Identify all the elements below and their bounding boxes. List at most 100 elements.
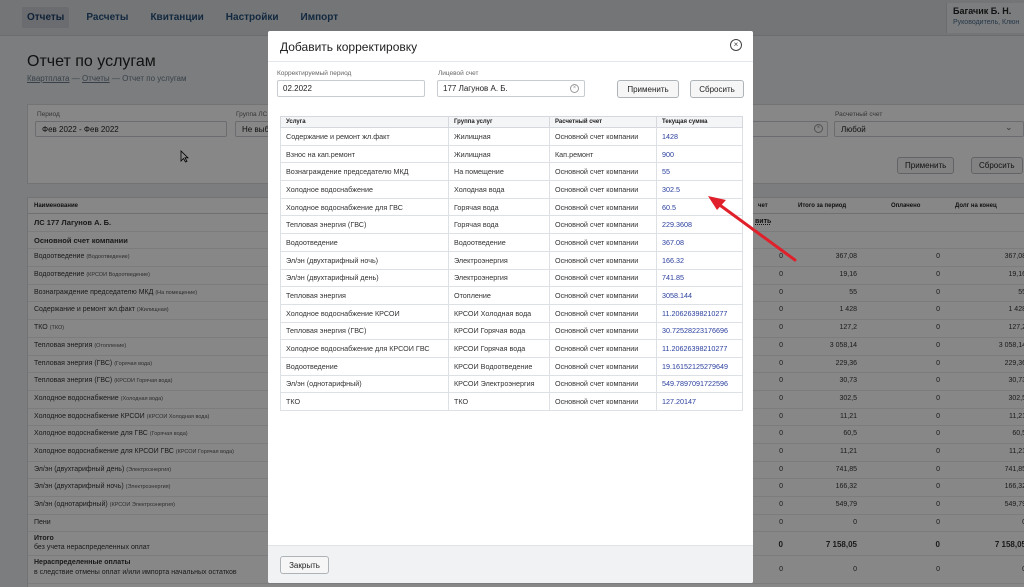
cell-service-group: КРСОИ Электроэнергия <box>448 374 550 394</box>
cell-service: Взнос на кап.ремонт <box>280 144 449 164</box>
cell-current-sum[interactable]: 11.20626398210277 <box>656 303 743 323</box>
cell-service-group: Жилищная <box>448 127 550 146</box>
period-label: Корректируемый период <box>277 70 352 77</box>
service-row[interactable]: Холодное водоснабжение для ГВС Горячая во… <box>280 197 743 217</box>
cell-current-sum[interactable]: 166.32 <box>656 250 743 270</box>
cell-service-group: КРСОИ Горячая вода <box>448 339 550 358</box>
cell-service: Эл/эн (двухтарифный ночь) <box>280 250 449 270</box>
service-row[interactable]: Эл/эн (двухтарифный день) Электроэнергия О… <box>280 268 743 288</box>
cell-current-sum[interactable]: 30.72528223176696 <box>656 321 743 341</box>
cell-bank-account: Основной счет компании <box>549 321 657 341</box>
service-row[interactable]: Эл/эн (двухтарифный ночь) Электроэнергия О… <box>280 250 743 270</box>
account-label: Лицевой счет <box>438 70 479 77</box>
cell-service-group: Горячая вода <box>448 197 550 217</box>
account-input[interactable]: 177 Лагунов А. Б. × <box>437 80 585 97</box>
cell-bank-account: Основной счет компании <box>549 339 657 358</box>
cell-service-group: ТКО <box>448 392 550 411</box>
header-bank-account: Расчетный счет <box>549 116 657 128</box>
cell-current-sum[interactable]: 19.16152125279649 <box>656 356 743 376</box>
cell-service-group: КРСОИ Горячая вода <box>448 321 550 341</box>
close-button[interactable]: Закрыть <box>280 556 329 574</box>
cell-bank-account: Основной счет компании <box>549 268 657 288</box>
service-row[interactable]: Тепловая энергия (ГВС) КРСОИ Горячая вода… <box>280 321 743 341</box>
service-row[interactable]: Тепловая энергия Отопление Основной счет к… <box>280 286 743 305</box>
cell-service-group: КРСОИ Холодная вода <box>448 303 550 323</box>
cell-current-sum[interactable]: 229.3608 <box>656 215 743 235</box>
cell-bank-account: Основной счет компании <box>549 250 657 270</box>
cell-service: Тепловая энергия (ГВС) <box>280 215 449 235</box>
service-row[interactable]: Водоотведение Водоотведение Основной счет … <box>280 233 743 252</box>
cell-service: Эл/эн (двухтарифный день) <box>280 268 449 288</box>
cell-current-sum[interactable]: 549.7897091722596 <box>656 374 743 394</box>
cell-service-group: Электроэнергия <box>448 250 550 270</box>
cell-bank-account: Основной счет компании <box>549 392 657 411</box>
cell-service: Содержание и ремонт жл.факт <box>280 127 449 146</box>
cell-service: Тепловая энергия <box>280 286 449 305</box>
service-row[interactable]: Вознаграждение председателю МКД На помеще… <box>280 162 743 182</box>
header-service-group: Группа услуг <box>448 116 550 128</box>
cell-service: Эл/эн (однотарифный) <box>280 374 449 394</box>
cell-service: Холодное водоснабжение для КРСОИ ГВС <box>280 339 449 358</box>
service-row[interactable]: Содержание и ремонт жл.факт Жилищная Основ… <box>280 127 743 146</box>
cell-current-sum[interactable]: 3058.144 <box>656 286 743 305</box>
cell-bank-account: Основной счет компании <box>549 162 657 182</box>
service-row[interactable]: Холодное водоснабжение для КРСОИ ГВС КРСО… <box>280 339 743 358</box>
service-row[interactable]: Эл/эн (однотарифный) КРСОИ Электроэнергия… <box>280 374 743 394</box>
service-row[interactable]: ТКО ТКО Основной счет компании 127.20147 <box>280 392 743 411</box>
services-table-header: Услуга Группа услуг Расчетный счет Текущ… <box>280 116 743 128</box>
service-row[interactable]: Водоотведение КРСОИ Водоотведение Основной… <box>280 356 743 376</box>
cell-bank-account: Основной счет компании <box>549 356 657 376</box>
cell-bank-account: Основной счет компании <box>549 180 657 199</box>
service-row[interactable]: Тепловая энергия (ГВС) Горячая вода Основн… <box>280 215 743 235</box>
cell-service-group: Холодная вода <box>448 180 550 199</box>
header-current-sum: Текущая сумма <box>656 116 743 128</box>
cell-service: Водоотведение <box>280 233 449 252</box>
close-icon[interactable]: × <box>730 39 742 51</box>
cell-service-group: Горячая вода <box>448 215 550 235</box>
cell-current-sum[interactable]: 11.20626398210277 <box>656 339 743 358</box>
cell-current-sum[interactable]: 741.85 <box>656 268 743 288</box>
dialog-divider <box>268 61 753 62</box>
services-table-body: Содержание и ремонт жл.факт Жилищная Основ… <box>280 127 743 411</box>
cell-service: Холодное водоснабжение КРСОИ <box>280 303 449 323</box>
reset-button[interactable]: Сбросить <box>690 80 744 98</box>
cell-service: Водоотведение <box>280 356 449 376</box>
cell-service-group: На помещение <box>448 162 550 182</box>
cell-service: Холодное водоснабжение для ГВС <box>280 197 449 217</box>
cell-bank-account: Основной счет компании <box>549 374 657 394</box>
cell-bank-account: Основной счет компании <box>549 197 657 217</box>
cell-bank-account: Кап.ремонт <box>549 144 657 164</box>
service-row[interactable]: Взнос на кап.ремонт Жилищная Кап.ремонт 900 <box>280 144 743 164</box>
cell-service: Холодное водоснабжение <box>280 180 449 199</box>
cell-service-group: Жилищная <box>448 144 550 164</box>
clear-icon[interactable]: × <box>570 84 579 93</box>
apply-button[interactable]: Применить <box>617 80 679 98</box>
period-input[interactable]: 02.2022 <box>277 80 425 97</box>
cell-current-sum[interactable]: 127.20147 <box>656 392 743 411</box>
cell-current-sum[interactable]: 900 <box>656 144 743 164</box>
cell-current-sum[interactable]: 367.08 <box>656 233 743 252</box>
cell-current-sum[interactable]: 55 <box>656 162 743 182</box>
cell-service: Вознаграждение председателю МКД <box>280 162 449 182</box>
service-row[interactable]: Холодное водоснабжение КРСОИ КРСОИ Холодн… <box>280 303 743 323</box>
cell-bank-account: Основной счет компании <box>549 215 657 235</box>
account-input-value: 177 Лагунов А. Б. <box>443 84 508 93</box>
dialog-title: Добавить корректировку <box>280 40 418 54</box>
cell-current-sum[interactable]: 1428 <box>656 127 743 146</box>
cell-service-group: Водоотведение <box>448 233 550 252</box>
service-row[interactable]: Холодное водоснабжение Холодная вода Основ… <box>280 180 743 199</box>
cell-service-group: КРСОИ Водоотведение <box>448 356 550 376</box>
cell-bank-account: Основной счет компании <box>549 286 657 305</box>
header-service: Услуга <box>280 116 449 128</box>
add-correction-dialog: Добавить корректировку × Корректируемый … <box>268 31 753 583</box>
cell-current-sum[interactable]: 60.5 <box>656 197 743 217</box>
app-window: Отчеты Расчеты Квитанции Настройки Импор… <box>0 0 1024 587</box>
cell-bank-account: Основной счет компании <box>549 303 657 323</box>
cell-current-sum[interactable]: 302.5 <box>656 180 743 199</box>
cell-bank-account: Основной счет компании <box>549 127 657 146</box>
cell-bank-account: Основной счет компании <box>549 233 657 252</box>
dialog-footer: Закрыть <box>268 545 753 583</box>
cell-service-group: Электроэнергия <box>448 268 550 288</box>
cell-service: Тепловая энергия (ГВС) <box>280 321 449 341</box>
cell-service-group: Отопление <box>448 286 550 305</box>
